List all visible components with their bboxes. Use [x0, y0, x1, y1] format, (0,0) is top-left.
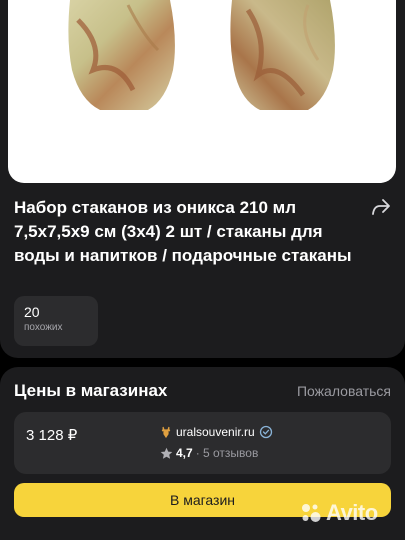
offer-row[interactable]: 3 128 ₽ uralsouvenir.ru 4,7 · 5 отзывов [14, 412, 391, 474]
verified-icon [259, 425, 272, 439]
prices-title: Цены в магазинах [14, 381, 168, 400]
product-title: Набор стаканов из оникса 210 мл 7,5х7,5х… [14, 198, 352, 265]
offer-price: 3 128 ₽ [26, 427, 78, 444]
avito-watermark: Avito [300, 500, 378, 526]
similar-count: 20 [24, 304, 40, 320]
onyx-glasses-image [68, 0, 335, 110]
share-icon [372, 199, 390, 215]
avito-logo-icon [302, 504, 321, 522]
rating-value: 4,7 [176, 446, 193, 460]
deer-logo-icon [161, 426, 171, 438]
store-name: uralsouvenir.ru [176, 425, 255, 439]
report-link[interactable]: Пожаловаться [297, 383, 391, 399]
similar-label: похожих [24, 322, 63, 333]
product-image[interactable] [8, 0, 396, 183]
reviews-count[interactable]: · 5 отзывов [196, 446, 259, 460]
product-card: Набор стаканов из оникса 210 мл 7,5х7,5х… [0, 0, 405, 358]
similar-items-chip[interactable]: 20 похожих [14, 296, 98, 346]
store-line[interactable]: uralsouvenir.ru [160, 425, 273, 439]
watermark-text: Avito [326, 500, 378, 525]
star-icon [160, 447, 173, 459]
share-button[interactable] [366, 194, 396, 220]
rating-line: 4,7 · 5 отзывов [160, 446, 258, 460]
